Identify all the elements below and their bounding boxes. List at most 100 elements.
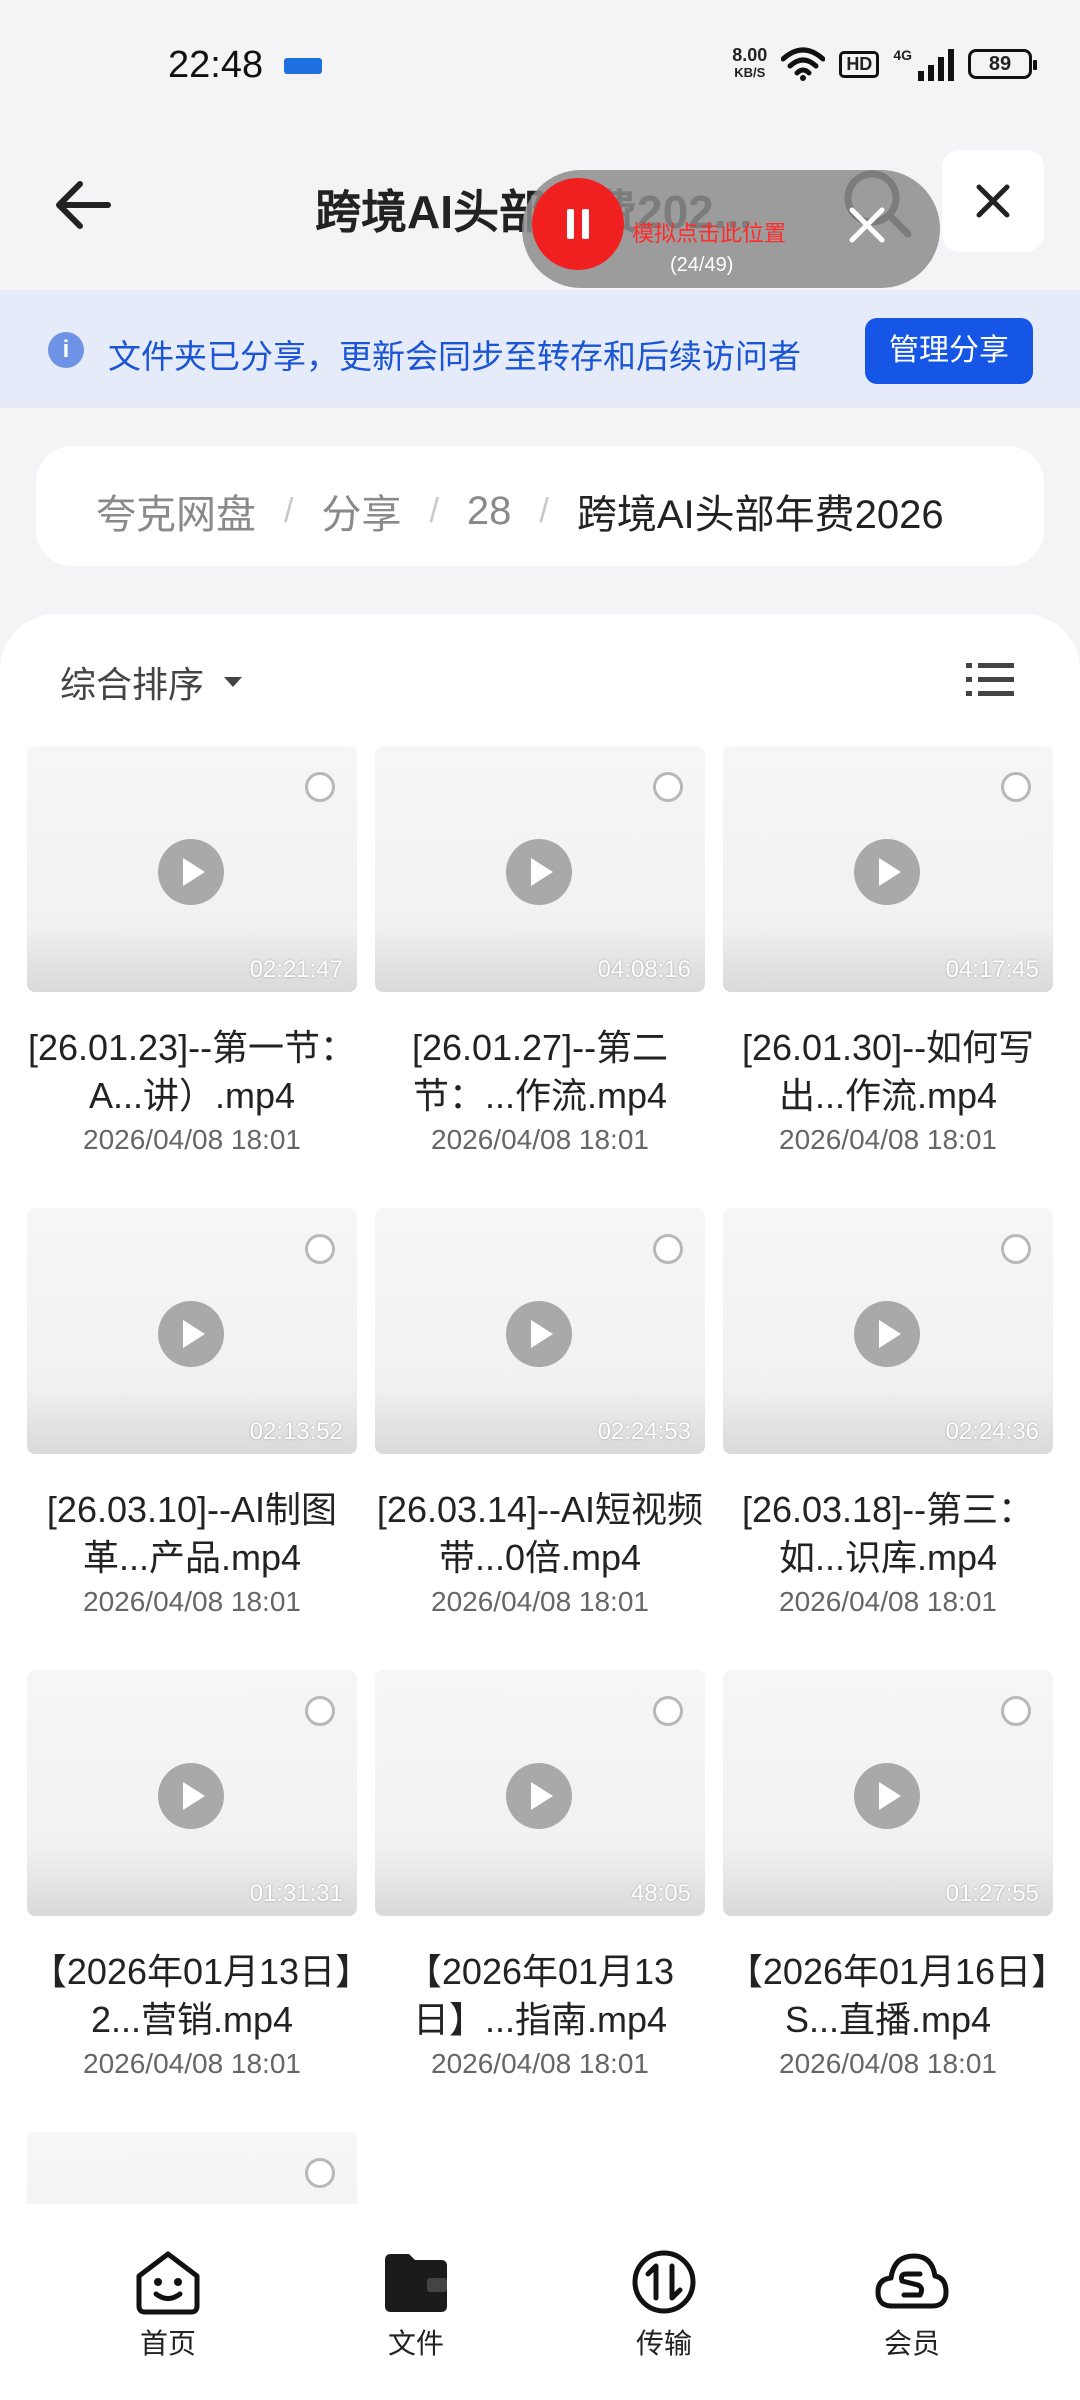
automation-overlay: 模拟点击此位置 (24/49): [522, 170, 940, 288]
video-thumbnail[interactable]: 04:08:16: [375, 746, 705, 992]
breadcrumb-item-share[interactable]: 分享: [321, 482, 401, 540]
pause-icon: [567, 209, 574, 239]
file-name: [26.03.10]--AI制图革...产品.mp4: [46, 1489, 338, 1578]
video-thumbnail[interactable]: [27, 2132, 357, 2204]
video-thumbnail[interactable]: 02:13:52: [27, 1208, 357, 1454]
play-icon: [854, 1301, 920, 1367]
file-name: [26.03.14]--AI短视频带...0倍.mp4: [376, 1489, 704, 1578]
play-icon: [158, 1301, 224, 1367]
notification-icon: [284, 58, 322, 74]
file-name: [26.01.23]--第一节：A...讲）.mp4: [27, 1027, 357, 1116]
list-view-icon[interactable]: [966, 660, 1014, 700]
info-icon: i: [48, 332, 84, 368]
close-button[interactable]: [942, 150, 1044, 252]
video-thumbnail[interactable]: 02:24:36: [723, 1208, 1053, 1454]
breadcrumb-item-28[interactable]: 28: [467, 489, 512, 534]
file-date: 2026/04/08 18:01: [83, 1586, 301, 1617]
select-checkbox[interactable]: [1001, 772, 1031, 802]
file-date: 2026/04/08 18:01: [779, 1586, 997, 1617]
file-name: [26.01.30]--如何写出...作流.mp4: [741, 1027, 1035, 1116]
file-name: [26.03.18]--第三：如...识库.mp4: [741, 1489, 1035, 1578]
cloud-member-icon: [875, 2253, 949, 2309]
back-arrow-icon[interactable]: [48, 170, 118, 240]
select-checkbox[interactable]: [305, 772, 335, 802]
select-checkbox[interactable]: [653, 772, 683, 802]
select-checkbox[interactable]: [653, 1234, 683, 1264]
close-icon: [976, 184, 1010, 218]
wifi-icon: [781, 47, 826, 81]
select-checkbox[interactable]: [1001, 1696, 1031, 1726]
tab-transfer-label: 传输: [635, 2328, 692, 2359]
overlay-count: (24/49): [670, 254, 734, 276]
tab-files-label: 文件: [387, 2328, 444, 2359]
overlay-close-icon[interactable]: [842, 200, 892, 250]
play-icon: [854, 1763, 920, 1829]
select-checkbox[interactable]: [305, 2158, 335, 2188]
file-date: 2026/04/08 18:01: [83, 2048, 301, 2079]
folder-icon: [385, 2254, 447, 2312]
speed-unit: KB/S: [734, 65, 766, 80]
video-duration: 02:13:52: [249, 1418, 343, 1445]
sort-dropdown[interactable]: 综合排序: [60, 656, 243, 708]
video-duration: 04:08:16: [597, 956, 691, 983]
caret-down-icon: [224, 677, 243, 687]
file-name: 【2026年01月13日】...指南.mp4: [405, 1951, 675, 2040]
share-banner-text: 文件夹已分享，更新会同步至转存和后续访问者: [108, 338, 801, 375]
tab-transfer[interactable]: 传输: [599, 2248, 729, 2362]
overlay-tip: 模拟点击此位置: [632, 221, 787, 246]
file-name: 【2026年01月13日】2...营销.mp4: [30, 1951, 354, 2040]
hd-icon: HD: [839, 50, 880, 78]
video-thumbnail[interactable]: 01:27:55: [723, 1670, 1053, 1916]
video-thumbnail[interactable]: 01:31:31: [27, 1670, 357, 1916]
battery-icon: 89: [968, 49, 1037, 79]
play-icon: [854, 839, 920, 905]
video-duration: 02:21:47: [249, 956, 343, 983]
select-checkbox[interactable]: [305, 1234, 335, 1264]
tab-files[interactable]: 文件: [351, 2248, 481, 2362]
play-icon: [506, 1301, 572, 1367]
sort-label: 综合排序: [60, 664, 205, 705]
video-thumbnail[interactable]: 48:05: [375, 1670, 705, 1916]
play-icon: [158, 1763, 224, 1829]
select-checkbox[interactable]: [653, 1696, 683, 1726]
bottom-nav: 首页 文件 传输 会员: [0, 2204, 1080, 2400]
tab-home-label: 首页: [139, 2328, 196, 2359]
tab-member-label: 会员: [883, 2328, 940, 2359]
breadcrumb-separator: /: [284, 491, 294, 530]
share-banner: i 文件夹已分享，更新会同步至转存和后续访问者 管理分享: [0, 290, 1080, 408]
file-panel: 综合排序 02:21:47 [26.01.23]--第一节：A...讲）.mp4…: [0, 614, 1080, 2204]
play-icon: [158, 839, 224, 905]
status-time: 22:48: [168, 44, 264, 86]
file-date: 2026/04/08 18:01: [431, 2048, 649, 2079]
tab-member[interactable]: 会员: [847, 2248, 977, 2362]
manage-share-button[interactable]: 管理分享: [865, 318, 1033, 384]
file-date: 2026/04/08 18:01: [431, 1124, 649, 1155]
play-icon: [506, 839, 572, 905]
breadcrumb-current: 跨境AI头部年费2026: [576, 493, 944, 537]
status-bar: 22:48 8.00 KB/S HD 4G 89: [0, 0, 1080, 140]
breadcrumb-separator: /: [539, 491, 549, 530]
video-duration: 01:31:31: [249, 1880, 343, 1907]
video-duration: 01:27:55: [945, 1880, 1039, 1907]
select-checkbox[interactable]: [305, 1696, 335, 1726]
network-type: 4G: [893, 47, 912, 63]
video-thumbnail[interactable]: 04:17:45: [723, 746, 1053, 992]
select-checkbox[interactable]: [1001, 1234, 1031, 1264]
network-speed: 8.00 KB/S: [732, 46, 767, 82]
video-duration: 02:24:53: [597, 1418, 691, 1445]
breadcrumb-separator: /: [429, 491, 439, 530]
home-icon: [136, 2251, 200, 2315]
tab-home[interactable]: 首页: [103, 2248, 233, 2362]
video-thumbnail[interactable]: 02:21:47: [27, 746, 357, 992]
breadcrumb-item-root[interactable]: 夸克网盘: [96, 482, 256, 540]
video-thumbnail[interactable]: 02:24:53: [375, 1208, 705, 1454]
signal-icon: 4G: [893, 47, 954, 81]
file-name: 【2026年01月16日】S...直播.mp4: [726, 1951, 1050, 2040]
file-name: [26.01.27]--第二节：...作流.mp4: [411, 1027, 669, 1116]
file-date: 2026/04/08 18:01: [431, 1586, 649, 1617]
speed-value: 8.00: [732, 45, 768, 65]
video-duration: 48:05: [630, 1880, 691, 1907]
pause-button[interactable]: [532, 178, 624, 270]
breadcrumb: 夸克网盘 / 分享 / 28 / 跨境AI头部年费2026: [36, 446, 1044, 566]
file-date: 2026/04/08 18:01: [779, 1124, 997, 1155]
